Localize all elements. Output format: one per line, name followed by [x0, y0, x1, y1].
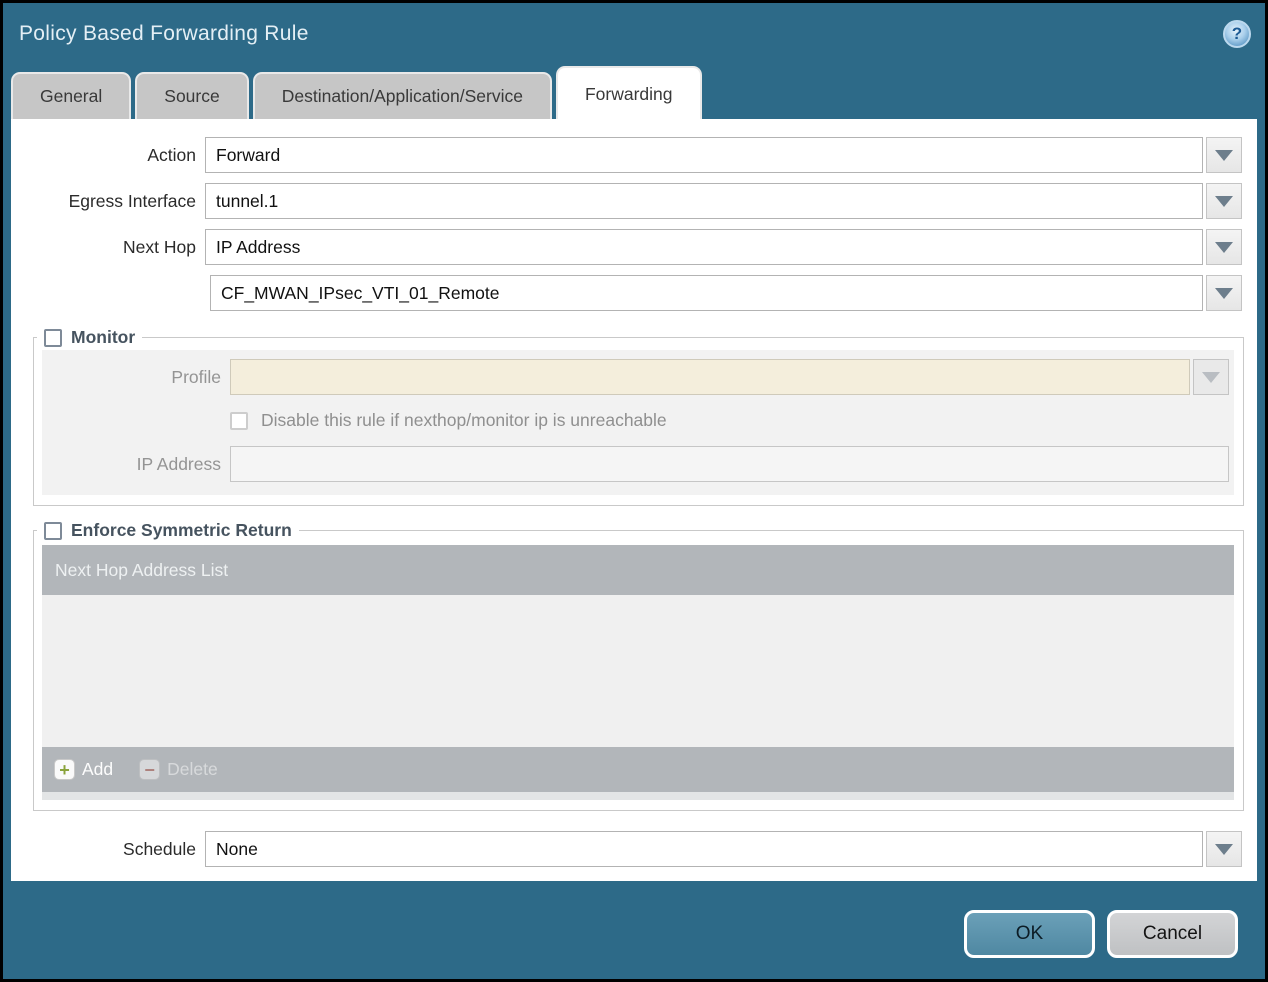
tab-general[interactable]: General	[11, 72, 132, 119]
schedule-label: Schedule	[123, 838, 196, 859]
dialog-title: Policy Based Forwarding Rule	[19, 22, 309, 45]
next-hop-row: Next Hop	[19, 229, 1242, 265]
next-hop-address-dropdown-button[interactable]	[1206, 275, 1242, 311]
monitor-legend-label: Monitor	[71, 327, 136, 347]
egress-interface-label: Egress Interface	[68, 190, 196, 211]
ok-button[interactable]: OK	[964, 910, 1095, 958]
chevron-down-icon	[1215, 843, 1233, 855]
profile-dropdown-button	[1193, 359, 1229, 395]
enforce-symmetric-return-legend-label: Enforce Symmetric Return	[71, 520, 292, 540]
help-icon[interactable]: ?	[1223, 20, 1251, 48]
egress-interface-dropdown-button[interactable]	[1206, 183, 1242, 219]
monitor-ip-address-input	[230, 446, 1229, 482]
monitor-checkbox[interactable]	[44, 328, 62, 347]
table-bottom-strip	[42, 792, 1234, 800]
next-hop-address-input[interactable]	[210, 275, 1203, 311]
disable-rule-checkbox	[230, 411, 248, 430]
enforce-symmetric-return-section: Enforce Symmetric Return Next Hop Addres…	[33, 520, 1244, 811]
action-row: Action	[19, 137, 1242, 173]
next-hop-type-input[interactable]	[205, 229, 1203, 265]
profile-input	[230, 359, 1190, 395]
monitor-ip-address-label: IP Address	[136, 453, 221, 474]
egress-interface-row: Egress Interface	[19, 183, 1242, 219]
delete-icon: −	[139, 759, 161, 780]
schedule-row: Schedule	[19, 831, 1242, 867]
chevron-down-icon	[1215, 241, 1233, 253]
action-input[interactable]	[205, 137, 1203, 173]
monitor-legend: Monitor	[37, 327, 142, 348]
add-button-label: Add	[82, 759, 114, 779]
profile-label: Profile	[171, 366, 221, 387]
action-label: Action	[147, 144, 196, 165]
dialog-footer: OK Cancel	[964, 910, 1238, 958]
chevron-down-icon	[1215, 149, 1233, 161]
add-icon: +	[54, 759, 75, 780]
next-hop-address-list-header: Next Hop Address List	[42, 545, 1234, 595]
chevron-down-icon	[1215, 287, 1233, 299]
tab-destination-application-service[interactable]: Destination/Application/Service	[252, 72, 552, 119]
next-hop-address-list-table: Next Hop Address List + Add − Delete	[42, 545, 1234, 800]
add-button[interactable]: + Add	[54, 759, 113, 780]
enforce-symmetric-return-legend: Enforce Symmetric Return	[37, 520, 299, 541]
next-hop-address-row	[19, 275, 1242, 311]
next-hop-address-list-toolbar: + Add − Delete	[42, 747, 1234, 792]
next-hop-label: Next Hop	[123, 236, 196, 257]
egress-interface-input[interactable]	[205, 183, 1203, 219]
next-hop-type-dropdown-button[interactable]	[1206, 229, 1242, 265]
delete-button: − Delete	[139, 759, 218, 780]
cancel-button[interactable]: Cancel	[1107, 910, 1238, 958]
forwarding-tab-panel: Action Egress Interface Next Hop	[11, 119, 1257, 881]
monitor-panel: Profile Disable this rule if nexthop/mon…	[42, 350, 1234, 495]
profile-row: Profile	[42, 359, 1229, 395]
chevron-down-icon	[1215, 195, 1233, 207]
disable-rule-row: Disable this rule if nexthop/monitor ip …	[230, 410, 1229, 431]
disable-rule-label: Disable this rule if nexthop/monitor ip …	[261, 410, 667, 430]
dialog-titlebar: Policy Based Forwarding Rule ?	[3, 3, 1265, 65]
next-hop-address-list-body	[42, 595, 1234, 747]
policy-based-forwarding-dialog: Policy Based Forwarding Rule ? General S…	[0, 0, 1268, 982]
tab-source[interactable]: Source	[135, 72, 249, 119]
monitor-section: Monitor Profile Disable this rule if nex…	[33, 327, 1244, 506]
chevron-down-icon	[1202, 371, 1220, 383]
schedule-dropdown-button[interactable]	[1206, 831, 1242, 867]
tab-forwarding[interactable]: Forwarding	[555, 66, 702, 119]
action-dropdown-button[interactable]	[1206, 137, 1242, 173]
schedule-input[interactable]	[205, 831, 1203, 867]
delete-button-label: Delete	[167, 759, 218, 779]
enforce-symmetric-return-checkbox[interactable]	[44, 521, 62, 540]
tab-bar: General Source Destination/Application/S…	[3, 65, 1265, 119]
monitor-ip-address-row: IP Address	[42, 446, 1229, 482]
